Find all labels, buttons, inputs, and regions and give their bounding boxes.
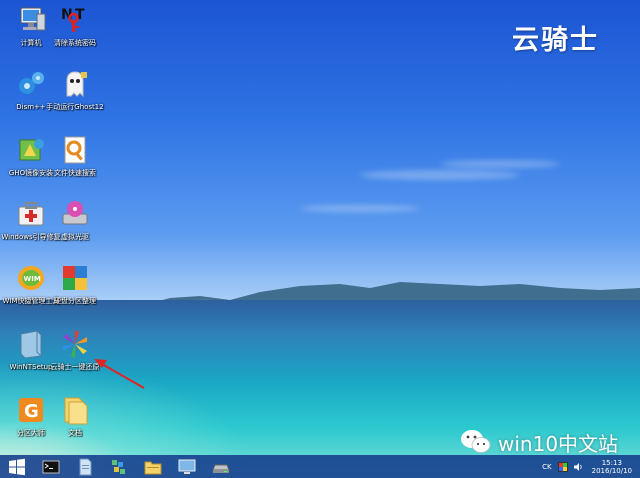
wechat-icon	[461, 430, 491, 453]
taskbar-monitor-button[interactable]	[170, 455, 204, 478]
svg-text:WIM: WIM	[24, 275, 41, 283]
desktop-icon-label: 手动运行Ghost12	[46, 103, 104, 111]
desktop-icon-label: 文件快速搜索	[54, 169, 96, 177]
system-tray: CK 15:13 2016/10/10	[542, 455, 640, 478]
desktop-icon-file-search[interactable]: 文件快速搜索	[44, 134, 106, 177]
pinwheel-icon	[59, 328, 91, 360]
cubes-icon	[59, 262, 91, 294]
clock-time: 15:13	[601, 458, 622, 467]
desktop-icon-label: 虚拟光驱	[61, 233, 89, 241]
tray-app-icon[interactable]	[557, 461, 568, 472]
command-prompt-icon	[42, 460, 60, 473]
wallpaper-cloud	[300, 205, 420, 212]
svg-text:G: G	[24, 401, 39, 422]
taskbar-file-button[interactable]	[68, 455, 102, 478]
wim-archive-icon: WIM	[15, 262, 47, 294]
ghost-icon	[59, 68, 91, 100]
desktop-icon-label: 硬盘分区整理	[54, 297, 96, 305]
nt-key-icon: NT	[59, 4, 91, 36]
start-button[interactable]	[0, 455, 34, 478]
taskbar-explorer-button[interactable]	[136, 455, 170, 478]
desktop-icon-virtual-drive[interactable]: 虚拟光驱	[44, 198, 106, 241]
monitor-icon	[178, 459, 196, 474]
installer-icon	[15, 134, 47, 166]
partition-icon: G	[15, 394, 47, 426]
wallpaper-cloud	[360, 170, 520, 180]
gears-icon	[15, 68, 47, 100]
wallpaper-cloud	[440, 160, 560, 168]
desktop-icon-disk-defrag[interactable]: 硬盘分区整理	[44, 262, 106, 305]
brand-title: 云骑士	[512, 25, 599, 56]
watermark-text: win10中文站	[498, 431, 619, 456]
desktop-icon-clear-password[interactable]: NT 清除系统密码	[44, 4, 106, 47]
magnifier-icon	[59, 134, 91, 166]
desktop-icon-label: 清除系统密码	[54, 39, 96, 47]
folder-icon	[59, 394, 91, 426]
watermark: win10中文站	[460, 426, 618, 458]
desktop-icon-ghost[interactable]: 手动运行Ghost12	[44, 68, 106, 111]
taskbar-network-button[interactable]	[102, 455, 136, 478]
network-icon	[112, 459, 125, 474]
file-icon	[79, 458, 92, 475]
desktop-icon-label: 文档	[68, 429, 82, 437]
system-clock[interactable]: 15:13 2016/10/10	[592, 459, 632, 475]
annotation-arrow	[94, 359, 145, 389]
input-indicator[interactable]: CK	[542, 463, 551, 471]
taskbar-cmd-button[interactable]	[34, 455, 68, 478]
taskbar-drive-button[interactable]	[204, 455, 238, 478]
clock-date: 2016/10/10	[591, 466, 632, 475]
folder-icon	[144, 461, 162, 474]
windows-start-icon	[9, 458, 25, 475]
desktop-icon-documents[interactable]: 文档	[44, 394, 106, 437]
virtual-drive-icon	[59, 198, 91, 230]
drive-icon	[212, 464, 230, 473]
setup-box-icon	[15, 328, 47, 360]
taskbar: CK 15:13 2016/10/10	[0, 455, 640, 478]
computer-icon	[15, 4, 47, 36]
first-aid-kit-icon	[15, 198, 47, 230]
speaker-icon[interactable]	[573, 462, 583, 472]
